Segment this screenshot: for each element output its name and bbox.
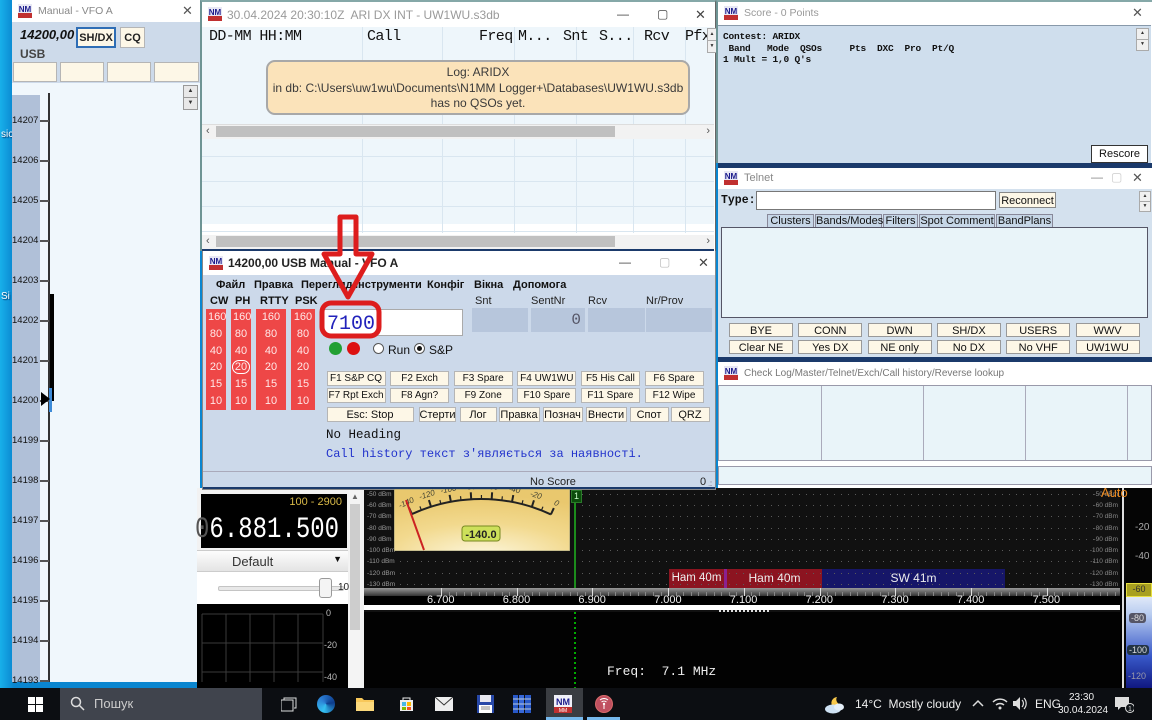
- svg-text:NM: NM: [725, 7, 738, 16]
- svg-text:NM: NM: [725, 172, 738, 181]
- svg-text:1: 1: [1128, 706, 1132, 713]
- svg-text:NM: NM: [19, 5, 32, 14]
- svg-text:NM: NM: [209, 8, 222, 17]
- svg-text:NM: NM: [210, 257, 223, 266]
- svg-text:-140.0: -140.0: [465, 529, 496, 541]
- svg-text:NM: NM: [725, 367, 738, 376]
- svg-text:NM: NM: [556, 697, 570, 707]
- svg-text:MM: MM: [559, 708, 567, 713]
